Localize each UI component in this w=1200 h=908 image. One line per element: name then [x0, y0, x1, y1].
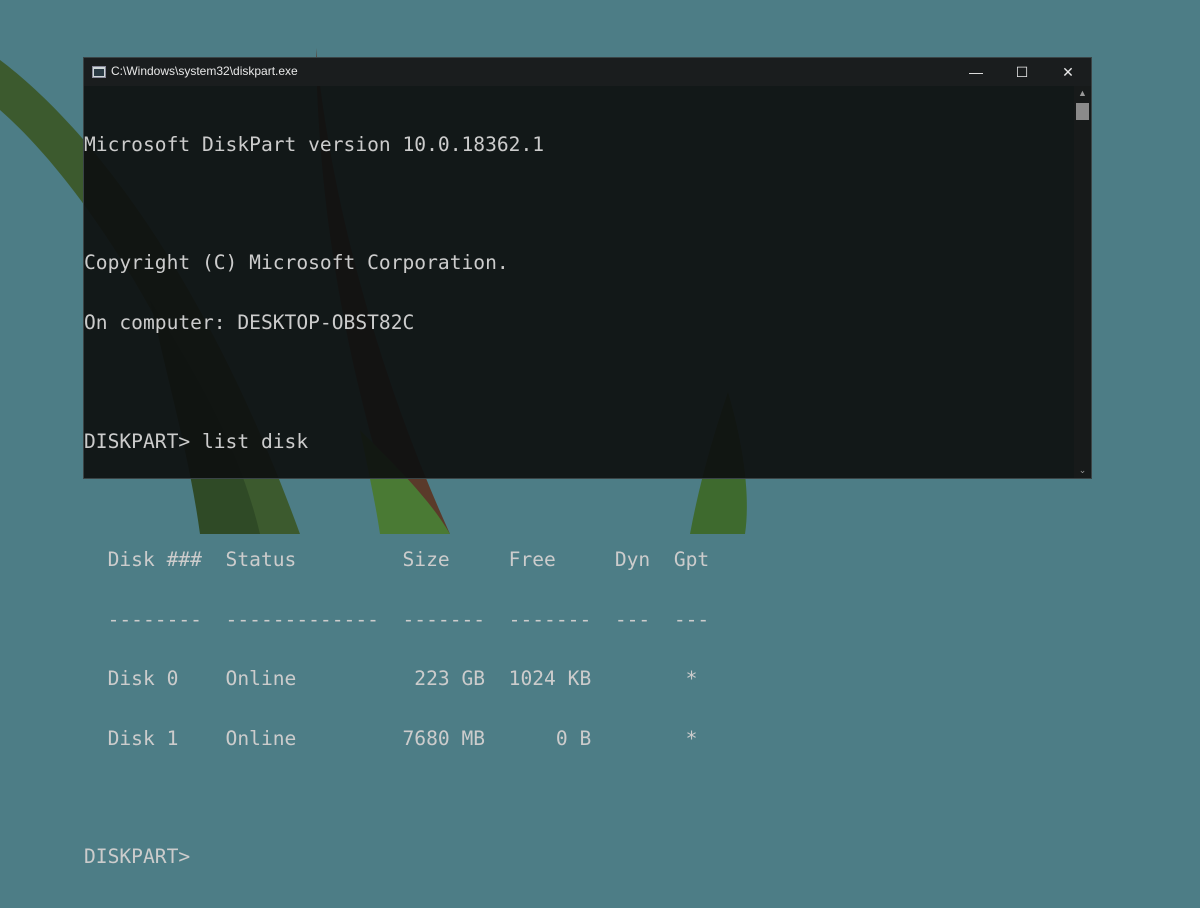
command-prompt[interactable]: DISKPART> — [84, 847, 709, 867]
console-line: DISKPART> list disk — [84, 429, 309, 453]
console-line: Copyright (C) Microsoft Corporation. — [84, 251, 509, 275]
close-button[interactable]: ✕ — [1045, 58, 1091, 86]
vertical-scrollbar[interactable]: ▲ ⌄ — [1074, 86, 1091, 478]
disk-table-row: Disk 0 Online 223 GB 1024 KB * — [84, 667, 698, 691]
console-app-icon — [92, 66, 106, 78]
disk-table-separator: -------- ------------- ------- ------- -… — [84, 607, 710, 631]
title-bar[interactable]: C:\Windows\system32\diskpart.exe — ☐ ✕ — [84, 58, 1091, 86]
minimize-button[interactable]: — — [953, 58, 999, 86]
maximize-button[interactable]: ☐ — [999, 58, 1045, 86]
console-line: Microsoft DiskPart version 10.0.18362.1 — [84, 132, 545, 156]
console-line: On computer: DESKTOP-OBST82C — [84, 310, 415, 334]
scrollbar-thumb[interactable] — [1076, 103, 1089, 120]
window-title: C:\Windows\system32\diskpart.exe — [111, 64, 298, 78]
diskpart-window: C:\Windows\system32\diskpart.exe — ☐ ✕ M… — [83, 57, 1092, 867]
console-output[interactable]: Microsoft DiskPart version 10.0.18362.1 … — [84, 95, 709, 907]
disk-table-header: Disk ### Status Size Free Dyn Gpt — [84, 548, 710, 572]
scroll-up-arrow-icon[interactable]: ▲ — [1074, 88, 1091, 98]
scroll-down-arrow-icon[interactable]: ⌄ — [1074, 465, 1091, 476]
disk-table-row: Disk 1 Online 7680 MB 0 B * — [84, 726, 698, 750]
